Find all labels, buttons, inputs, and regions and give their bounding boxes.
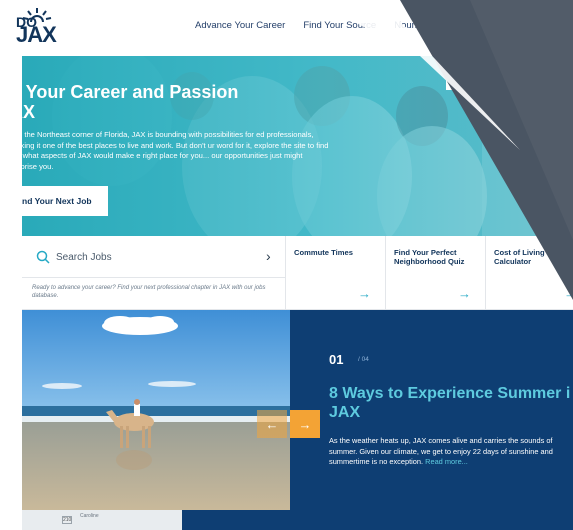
logo-text: JAX bbox=[16, 22, 57, 47]
chevron-right-icon[interactable]: › bbox=[266, 248, 271, 264]
nav-find-source[interactable]: Find Your Source bbox=[303, 20, 376, 31]
quick-link-neighborhood-quiz[interactable]: Find Your Perfect Neighborhood Quiz → bbox=[386, 236, 486, 310]
feature-title-line: JAX bbox=[329, 404, 361, 421]
hero-badge[interactable] bbox=[446, 58, 488, 90]
bottom-band bbox=[182, 510, 573, 530]
nav-advance-career[interactable]: Advance Your Career bbox=[195, 20, 285, 31]
hero-banner: d Your Career and Passion AX d in the No… bbox=[22, 56, 573, 236]
quick-link-title: Cost of Living Calculator bbox=[494, 248, 545, 266]
slide-number: 01 bbox=[329, 352, 344, 367]
sun-arc-icon bbox=[451, 64, 475, 86]
search-icon bbox=[36, 250, 50, 264]
slide-total: / 04 bbox=[358, 356, 369, 363]
previous-slide-button[interactable]: ← bbox=[257, 410, 287, 438]
quick-links-band: › Ready to advance your career? Find you… bbox=[22, 236, 573, 310]
quick-link-commute[interactable]: Commute Times → bbox=[286, 236, 386, 310]
search-note: Ready to advance your career? Find your … bbox=[32, 285, 266, 300]
arrow-right-icon: → bbox=[458, 286, 471, 301]
page: d Your Career and Passion AX d in the No… bbox=[0, 0, 573, 530]
feature-title[interactable]: 8 Ways to Experience Summer i JAX bbox=[329, 384, 570, 422]
road-marker: 210 bbox=[62, 516, 72, 524]
hero-title-line: AX bbox=[22, 102, 36, 122]
main-nav: Advance Your Career Find Your Source Nou… bbox=[195, 20, 440, 31]
quick-link-title: Commute Times bbox=[294, 248, 353, 257]
feature-description: As the weather heats up, JAX comes alive… bbox=[329, 436, 569, 468]
site-logo[interactable]: DO JAX bbox=[10, 6, 58, 50]
site-header: DO JAX Advance Your Career Find Your Sou… bbox=[0, 0, 573, 56]
left-gutter bbox=[0, 56, 22, 530]
quick-link-cost-of-living[interactable]: Cost of Living Calculator → bbox=[486, 236, 573, 310]
quick-link-title: Find Your Perfect Neighborhood Quiz bbox=[394, 248, 465, 266]
feature-slide: 01 / 04 8 Ways to Experience Summer i JA… bbox=[290, 310, 573, 530]
read-more-link[interactable]: Read more... bbox=[425, 457, 468, 466]
hero-title: d Your Career and Passion AX bbox=[22, 82, 238, 122]
feature-title-line: 8 Ways to Experience Summer i bbox=[329, 385, 571, 402]
map-preview[interactable]: 210 Caroline bbox=[22, 510, 182, 530]
arrow-right-icon: → bbox=[358, 286, 371, 301]
hero-title-line: d Your Career and Passion bbox=[22, 82, 239, 102]
map-label: Caroline bbox=[80, 513, 99, 519]
arrow-right-icon: → bbox=[564, 286, 573, 301]
nav-nourish[interactable]: Nourish Yo bbox=[394, 20, 440, 31]
job-search: › Ready to advance your career? Find you… bbox=[22, 236, 286, 310]
search-input[interactable] bbox=[56, 248, 246, 266]
find-job-button[interactable]: nd Your Next Job bbox=[22, 186, 108, 216]
beach-horse-photo bbox=[22, 310, 290, 510]
hero-description: d in the Northeast corner of Florida, JA… bbox=[22, 130, 329, 171]
next-slide-button[interactable]: → bbox=[290, 410, 320, 438]
